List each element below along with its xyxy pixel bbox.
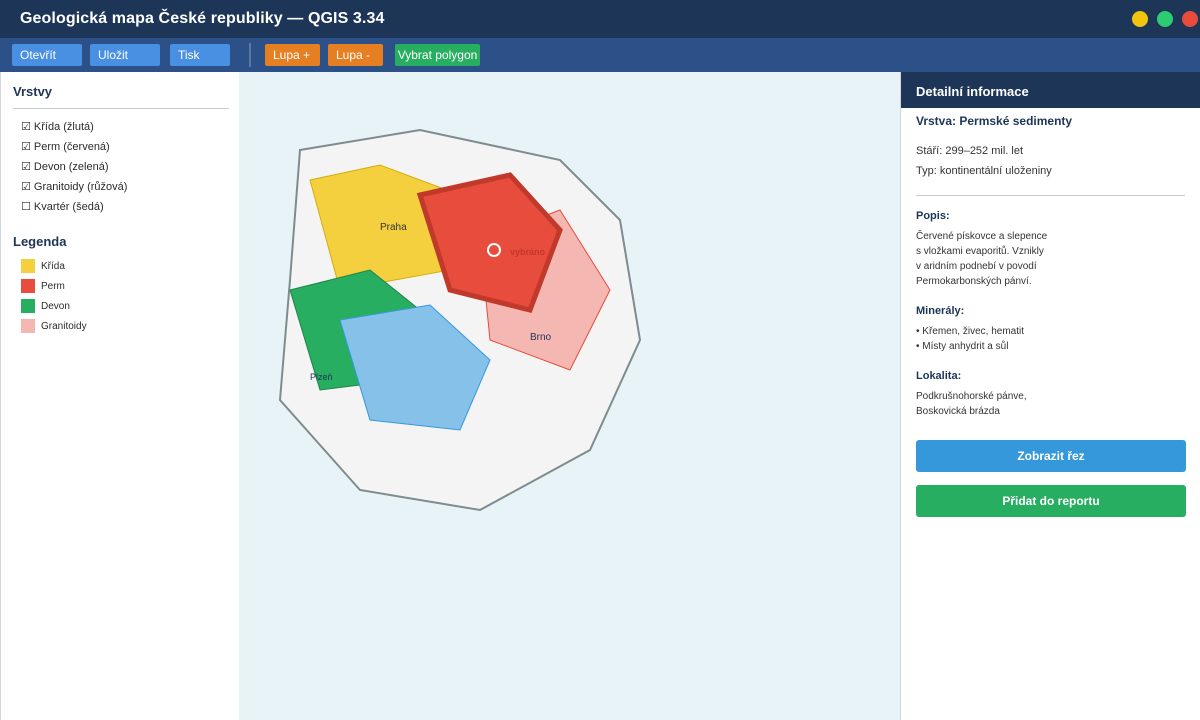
- description-title: Popis:: [916, 210, 950, 222]
- close-button[interactable]: [1182, 11, 1198, 27]
- minerals-title: Minerály:: [916, 305, 965, 317]
- map-label-selected: vybráno: [510, 247, 546, 257]
- description-line: s vložkami evaporitů. Vznikly: [916, 246, 1044, 257]
- title-bar: Geologická mapa České republiky — QGIS 3…: [0, 0, 1200, 38]
- minimize-button[interactable]: [1132, 11, 1148, 27]
- window-title: Geologická mapa České republiky — QGIS 3…: [20, 10, 385, 27]
- legend-label-devon: Devon: [41, 301, 70, 312]
- locality-line: Boskovická brázda: [916, 406, 1000, 417]
- mineral-item: • Místy anhydrit a sůl: [916, 341, 1009, 352]
- add-to-report-button[interactable]: Přidat do reportu: [916, 485, 1186, 517]
- legend-swatch-granitoidy: [21, 319, 35, 333]
- description-line: Červené pískovce a slepence: [916, 231, 1048, 242]
- legend-label-perm: Perm: [41, 281, 65, 292]
- zoom-out-button[interactable]: Lupa -: [328, 44, 383, 66]
- details-panel: Detailní informace Vrstva: Permské sedim…: [900, 72, 1200, 720]
- legend-swatch-krida: [21, 259, 35, 273]
- details-age: Stáří: 299–252 mil. let: [916, 145, 1024, 157]
- legend-swatch-devon: [21, 299, 35, 313]
- print-button[interactable]: Tisk: [170, 44, 230, 66]
- layer-item-krida[interactable]: ☑ Křída (žlutá): [21, 120, 94, 133]
- description-line: v aridním podnebí v povodí: [916, 261, 1037, 272]
- layers-panel: Vrstvy ☑ Křída (žlutá) ☑ Perm (červená) …: [0, 72, 240, 720]
- details-layer-name: Vrstva: Permské sedimenty: [916, 114, 1073, 128]
- layer-item-kvarter[interactable]: ☐ Kvartér (šedá): [21, 200, 104, 213]
- map-label-plzen: Plzeň: [310, 372, 333, 382]
- save-button[interactable]: Uložit: [90, 44, 160, 66]
- locality-line: Podkrušnohorské pánve,: [916, 391, 1027, 402]
- maximize-button[interactable]: [1157, 11, 1173, 27]
- legend-swatch-perm: [21, 279, 35, 293]
- mineral-item: • Křemen, živec, hematit: [916, 326, 1024, 337]
- layers-title: Vrstvy: [13, 84, 53, 99]
- details-divider: [916, 195, 1185, 196]
- map-label-brno: Brno: [530, 332, 552, 343]
- description-line: Permokarbonských pánví.: [916, 276, 1032, 287]
- details-type: Typ: kontinentální uloženiny: [916, 165, 1052, 177]
- toolbar-separator: [249, 43, 251, 67]
- details-header: Detailní informace: [901, 72, 1200, 108]
- map-svg: vybráno Praha Brno Plzeň: [278, 128, 642, 512]
- layer-item-perm[interactable]: ☑ Perm (červená): [21, 140, 110, 153]
- locality-title: Lokalita:: [916, 370, 962, 382]
- details-header-title: Detailní informace: [916, 84, 1029, 99]
- select-polygon-button[interactable]: Vybrat polygon: [395, 44, 480, 66]
- toolbar: Otevřít Uložit Tisk Lupa + Lupa - Vybrat…: [0, 38, 1200, 72]
- legend-title: Legenda: [13, 234, 67, 249]
- layer-item-granitoidy[interactable]: ☑ Granitoidy (růžová): [21, 180, 127, 193]
- open-button[interactable]: Otevřít: [12, 44, 82, 66]
- legend-label-granitoidy: Granitoidy: [41, 321, 87, 332]
- layers-divider: [13, 108, 229, 109]
- layer-item-devon[interactable]: ☑ Devon (zelená): [21, 160, 109, 173]
- legend-label-krida: Křída: [41, 261, 65, 272]
- zoom-in-button[interactable]: Lupa +: [265, 44, 320, 66]
- map-label-praha: Praha: [380, 222, 407, 233]
- show-section-button[interactable]: Zobrazit řez: [916, 440, 1186, 472]
- map-canvas[interactable]: vybráno Praha Brno Plzeň: [239, 72, 900, 720]
